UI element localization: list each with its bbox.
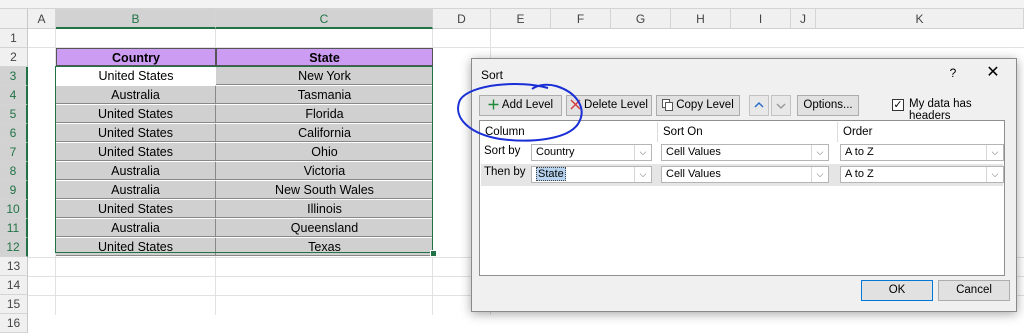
column-header-e[interactable]: E xyxy=(491,9,551,29)
formula-bar-strip xyxy=(0,0,1024,9)
column-header-i[interactable]: I xyxy=(731,9,791,29)
table-cell-country[interactable]: Australia xyxy=(56,181,216,199)
row-header-7[interactable]: 7 xyxy=(0,143,28,162)
table-cell-state[interactable]: Illinois xyxy=(216,200,433,218)
row-header-1[interactable]: 1 xyxy=(0,29,28,48)
table-cell-country[interactable]: United States xyxy=(56,238,216,256)
table-cell-country[interactable]: United States xyxy=(56,200,216,218)
table-cell-state[interactable]: Queensland xyxy=(216,219,433,237)
dropdown-value: A to Z xyxy=(845,168,874,180)
dropdown-value: A to Z xyxy=(845,146,874,158)
row-header-8[interactable]: 8 xyxy=(0,162,28,181)
close-button[interactable]: ✕ xyxy=(983,63,1003,83)
chevron-down-icon: ⌵ xyxy=(634,145,651,160)
order-heading: Order xyxy=(843,126,873,138)
fill-handle[interactable] xyxy=(430,250,437,257)
cancel-button[interactable]: Cancel xyxy=(938,280,1010,301)
dialog-title: Sort xyxy=(481,68,504,82)
table-cell-state[interactable]: Tasmania xyxy=(216,86,433,104)
row-header-3[interactable]: 3 xyxy=(0,67,28,86)
delete-level-button[interactable]: Delete Level xyxy=(566,95,652,116)
row-header-6[interactable]: 6 xyxy=(0,124,28,143)
row-header-2[interactable]: 2 xyxy=(0,48,28,67)
table-cell-country[interactable]: United States xyxy=(56,105,216,123)
row-header-16[interactable]: 16 xyxy=(0,314,28,333)
table-cell-country[interactable]: United States xyxy=(56,143,216,161)
chevron-down-icon: ⌵ xyxy=(811,167,828,182)
table-header-country[interactable]: Country xyxy=(56,48,216,66)
table-cell-country[interactable]: Australia xyxy=(56,86,216,104)
chevron-down-icon: ⌵ xyxy=(634,167,651,182)
then-by-column-dropdown[interactable]: State ⌵ xyxy=(531,166,652,183)
dropdown-value: State xyxy=(536,167,566,181)
table-cell-state[interactable]: California xyxy=(216,124,433,142)
table-cell-state[interactable]: New South Wales xyxy=(216,181,433,199)
column-header-b[interactable]: B xyxy=(56,9,216,29)
table-cell-country[interactable]: Australia xyxy=(56,219,216,237)
add-level-button[interactable]: Add Level xyxy=(479,95,562,116)
row-header-10[interactable]: 10 xyxy=(0,200,28,219)
sort-levels-list: Column Sort On Order Sort by Country ⌵ C… xyxy=(479,120,1005,276)
sort-by-order-dropdown[interactable]: A to Z ⌵ xyxy=(840,144,1004,161)
row-header-9[interactable]: 9 xyxy=(0,181,28,200)
row-header-4[interactable]: 4 xyxy=(0,86,28,105)
headers-checkbox-label: My data has headers xyxy=(909,98,972,122)
column-header-a[interactable]: A xyxy=(28,9,56,29)
help-button[interactable]: ? xyxy=(946,63,960,83)
sort-by-sorton-dropdown[interactable]: Cell Values ⌵ xyxy=(661,144,829,161)
select-all-corner[interactable] xyxy=(0,9,28,29)
table-cell-country[interactable]: United States xyxy=(56,67,216,85)
then-by-label: Then by xyxy=(484,166,526,178)
options-button[interactable]: Options... xyxy=(797,95,859,116)
dropdown-value: Cell Values xyxy=(666,146,721,158)
column-header-d[interactable]: D xyxy=(433,9,491,29)
table-cell-state[interactable]: Victoria xyxy=(216,162,433,180)
sort-on-heading: Sort On xyxy=(658,122,838,142)
then-by-sorton-dropdown[interactable]: Cell Values ⌵ xyxy=(661,166,829,183)
delete-level-label: Delete Level xyxy=(584,99,648,111)
column-header-c[interactable]: C xyxy=(216,9,433,29)
chevron-down-icon: ⌵ xyxy=(986,167,1003,182)
table-cell-country[interactable]: Australia xyxy=(56,162,216,180)
plus-icon xyxy=(488,99,499,110)
table-cell-state[interactable]: Florida xyxy=(216,105,433,123)
row-header-12[interactable]: 12 xyxy=(0,238,28,257)
copy-icon xyxy=(662,98,674,111)
copy-level-label: Copy Level xyxy=(676,99,734,111)
row-header-11[interactable]: 11 xyxy=(0,219,28,238)
arrow-up-icon xyxy=(754,101,764,108)
chevron-down-icon: ⌵ xyxy=(986,145,1003,160)
table-cell-country[interactable]: United States xyxy=(56,124,216,142)
move-down-button[interactable] xyxy=(771,95,791,116)
row-header-13[interactable]: 13 xyxy=(0,257,28,276)
copy-level-button[interactable]: Copy Level xyxy=(656,95,740,116)
column-header-h[interactable]: H xyxy=(671,9,731,29)
column-header-g[interactable]: G xyxy=(611,9,671,29)
table-header-state[interactable]: State xyxy=(216,48,433,66)
dropdown-value: Cell Values xyxy=(666,168,721,180)
add-level-label: Add Level xyxy=(501,99,554,111)
ok-button[interactable]: OK xyxy=(861,280,933,301)
sort-by-column-dropdown[interactable]: Country ⌵ xyxy=(531,144,652,161)
row-header-15[interactable]: 15 xyxy=(0,295,28,314)
column-header-f[interactable]: F xyxy=(551,9,611,29)
then-by-order-dropdown[interactable]: A to Z ⌵ xyxy=(840,166,1004,183)
sort-by-label: Sort by xyxy=(484,145,521,157)
chevron-down-icon: ⌵ xyxy=(811,145,828,160)
column-header-k[interactable]: K xyxy=(816,9,1024,29)
table-cell-state[interactable]: Texas xyxy=(216,238,433,256)
table-cell-state[interactable]: Ohio xyxy=(216,143,433,161)
dropdown-value: Country xyxy=(536,146,575,158)
move-up-button[interactable] xyxy=(749,95,769,116)
arrow-down-icon xyxy=(776,103,786,110)
headers-checkbox[interactable]: ✓ xyxy=(892,99,904,111)
row-header-5[interactable]: 5 xyxy=(0,105,28,124)
column-header-j[interactable]: J xyxy=(791,9,816,29)
row-header-14[interactable]: 14 xyxy=(0,276,28,295)
delete-x-icon xyxy=(570,99,581,110)
column-heading: Column xyxy=(480,122,658,142)
sort-dialog: Sort ? ✕ Add Level Delete Level Copy Lev… xyxy=(471,58,1017,312)
table-cell-state[interactable]: New York xyxy=(216,67,433,85)
